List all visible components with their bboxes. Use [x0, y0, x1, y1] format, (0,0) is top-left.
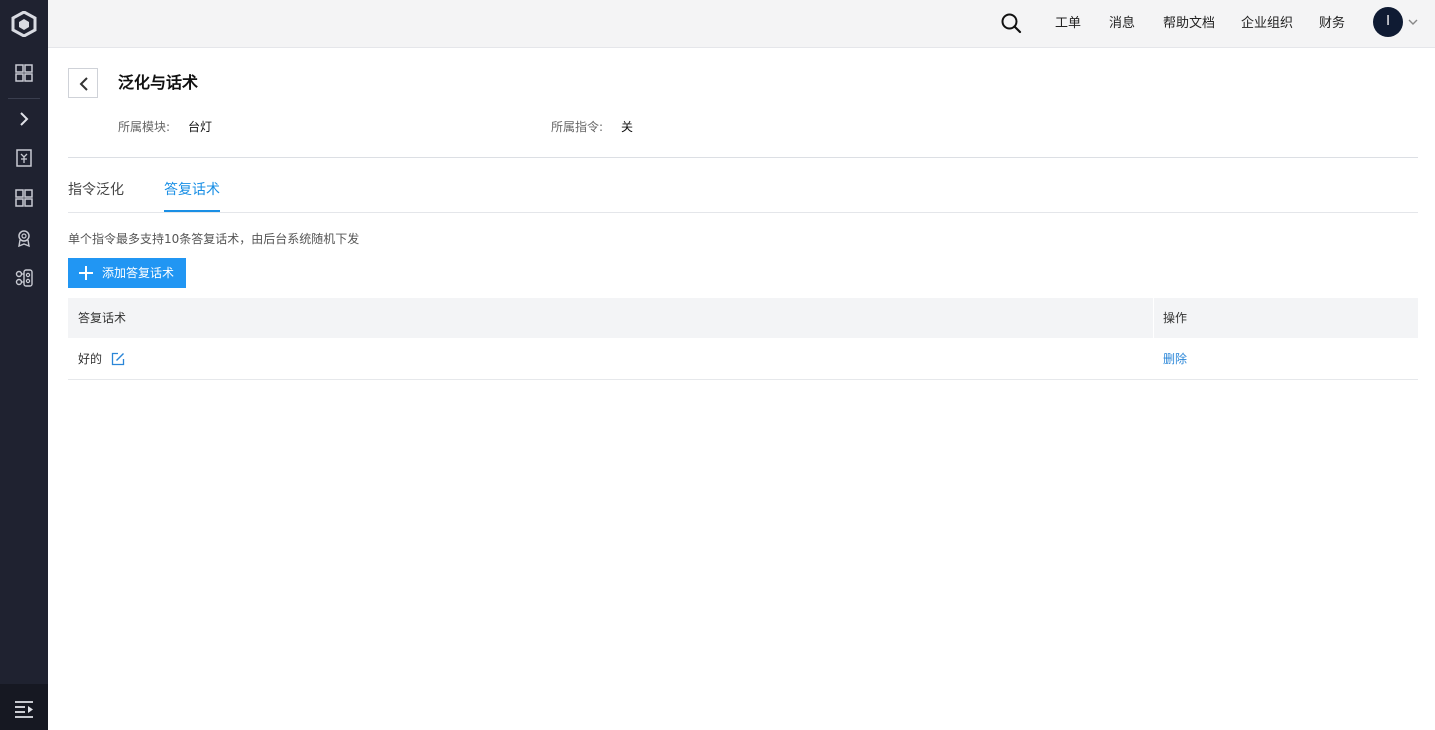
tab-command-generalization[interactable]: 指令泛化 — [68, 181, 124, 199]
nav-organization[interactable]: 企业组织 — [1241, 16, 1293, 32]
nav-messages[interactable]: 消息 — [1109, 16, 1135, 32]
badge-icon[interactable] — [13, 227, 35, 249]
logo-icon[interactable] — [11, 11, 37, 37]
reply-table: 答复话术 操作 好的 删除 — [68, 298, 1418, 380]
sidebar — [0, 0, 48, 730]
menu-collapse-icon[interactable] — [13, 697, 35, 719]
receipt-icon[interactable] — [13, 147, 35, 169]
page-title: 泛化与话术 — [118, 73, 199, 92]
add-reply-button[interactable]: 添加答复话术 — [68, 258, 186, 288]
grid-icon[interactable] — [13, 62, 35, 84]
header-divider — [68, 157, 1418, 158]
avatar[interactable]: I — [1373, 7, 1403, 37]
apps-icon[interactable] — [13, 187, 35, 209]
sidebar-divider — [8, 98, 40, 99]
chevron-down-icon[interactable] — [1407, 16, 1419, 28]
back-button[interactable] — [68, 68, 98, 98]
edit-icon[interactable] — [111, 352, 125, 366]
table-row: 好的 删除 — [68, 338, 1418, 380]
chevron-left-icon — [79, 77, 88, 91]
plus-icon — [79, 266, 93, 280]
table-header: 答复话术 操作 — [68, 298, 1418, 338]
command-value: 关 — [621, 120, 634, 134]
delete-link[interactable]: 删除 — [1163, 351, 1187, 367]
column-header-action: 操作 — [1163, 311, 1188, 325]
module-label: 所属模块: — [118, 120, 171, 134]
tabs-border — [68, 212, 1418, 213]
nav-finance[interactable]: 财务 — [1319, 16, 1345, 32]
add-reply-button-label: 添加答复话术 — [102, 266, 175, 280]
command-label: 所属指令: — [551, 120, 604, 134]
module-value: 台灯 — [188, 120, 213, 134]
column-separator — [1153, 298, 1154, 338]
top-bar: 工单 消息 帮助文档 企业组织 财务 I — [48, 0, 1435, 48]
search-icon[interactable] — [1000, 12, 1022, 34]
tab-reply-scripts[interactable]: 答复话术 — [164, 181, 220, 199]
cluster-icon[interactable] — [13, 267, 35, 289]
nav-ticket[interactable]: 工单 — [1055, 16, 1081, 32]
expand-chevron-icon[interactable] — [13, 108, 35, 130]
reply-cell: 好的 — [78, 352, 103, 366]
column-header-reply: 答复话术 — [78, 311, 127, 325]
hint-text: 单个指令最多支持10条答复话术，由后台系统随机下发 — [68, 232, 360, 246]
nav-help-docs[interactable]: 帮助文档 — [1163, 16, 1215, 32]
sidebar-bottom — [0, 684, 48, 730]
